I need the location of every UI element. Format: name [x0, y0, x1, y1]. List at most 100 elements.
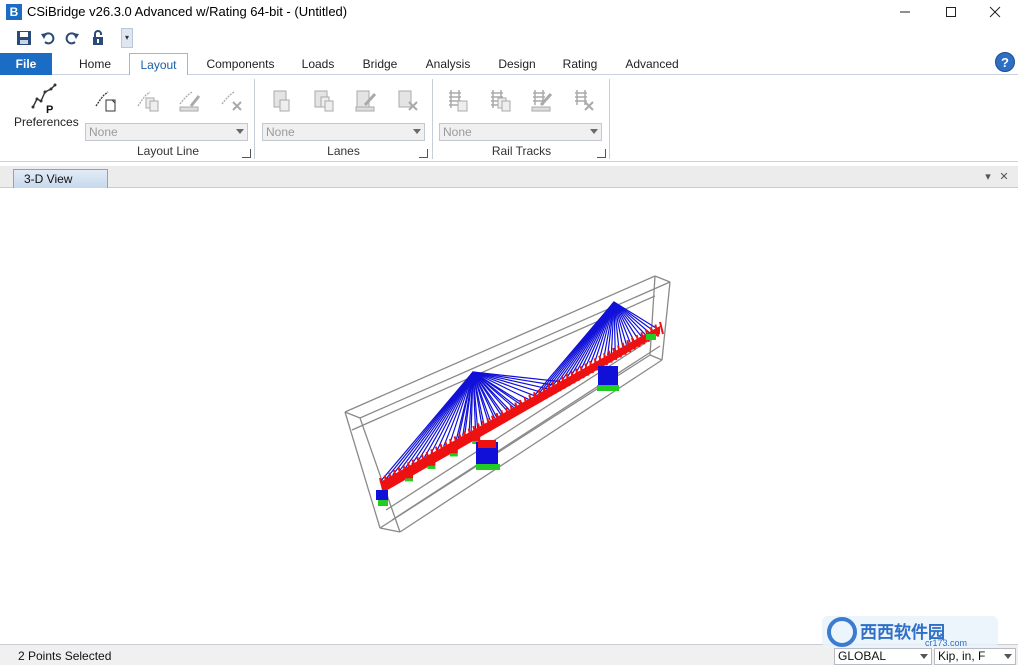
- tab-rating[interactable]: Rating: [555, 53, 605, 75]
- tower-cap: [478, 440, 496, 448]
- tab-3d-view[interactable]: 3-D View: [13, 169, 108, 188]
- minimize-button[interactable]: [882, 0, 928, 24]
- bounding-box-edge: [344, 411, 381, 529]
- quick-access-toolbar: ▾: [0, 24, 1018, 51]
- group-lanes: None Lanes: [256, 77, 431, 161]
- bridge-deck: [380, 326, 660, 492]
- preferences-icon: P: [31, 83, 57, 115]
- chevron-down-icon: [920, 654, 928, 659]
- new-rail-track-button[interactable]: [442, 83, 474, 119]
- preferences-button[interactable]: P: [26, 81, 62, 117]
- chevron-down-icon: [590, 129, 598, 134]
- tab-components[interactable]: Components: [198, 53, 283, 75]
- pier-support: [449, 453, 458, 457]
- layout-line-group-label: Layout Line: [136, 144, 200, 158]
- qat-save-button[interactable]: [14, 28, 34, 48]
- bounding-box-edge: [649, 275, 656, 356]
- view-close-icon[interactable]: ✕: [997, 170, 1011, 184]
- svg-text:P: P: [46, 104, 53, 115]
- ribbon-tabs: File Home Layout Components Loads Bridge…: [0, 53, 1018, 76]
- tower-base: [598, 366, 618, 386]
- lanes-group-label: Lanes: [327, 144, 360, 158]
- ribbon: P Preferences None Layout Line None Lane…: [0, 75, 1018, 162]
- bounding-box-edge: [379, 527, 401, 533]
- tab-loads[interactable]: Loads: [294, 53, 342, 75]
- coordinate-system-select[interactable]: GLOBAL: [834, 648, 932, 665]
- layout-line-select-value: None: [89, 125, 118, 139]
- modify-rail-track-button[interactable]: [526, 83, 558, 119]
- modify-lane-icon: [355, 90, 377, 112]
- modify-lane-button[interactable]: [350, 83, 382, 119]
- units-value: Kip, in, F: [938, 649, 986, 663]
- lanes-select[interactable]: None: [262, 123, 425, 141]
- undo-icon: [41, 32, 55, 45]
- minimize-icon: [900, 11, 910, 13]
- end-support-base: [378, 500, 388, 506]
- lanes-select-value: None: [266, 125, 295, 139]
- tab-layout[interactable]: Layout: [129, 53, 188, 76]
- new-layout-line-button[interactable]: [90, 83, 122, 119]
- maximize-button[interactable]: [928, 0, 974, 24]
- group-layout-line: None Layout Line: [82, 77, 254, 161]
- 3d-viewport[interactable]: [0, 188, 1018, 644]
- modify-rail-track-icon: [531, 90, 553, 112]
- lanes-launcher-icon[interactable]: [419, 149, 428, 158]
- group-separator: [432, 79, 433, 159]
- qat-redo-button[interactable]: [62, 28, 82, 48]
- modify-layout-line-icon: [179, 91, 201, 112]
- bridge-model-canvas[interactable]: [0, 188, 1018, 644]
- copy-rail-track-button[interactable]: [484, 83, 516, 119]
- chevron-down-icon: [413, 129, 421, 134]
- new-lane-button[interactable]: [266, 83, 298, 119]
- deck-pier: [426, 457, 436, 466]
- chevron-down-icon: [236, 129, 244, 134]
- save-icon: [17, 31, 31, 45]
- tower-foundation: [476, 464, 500, 470]
- rail-tracks-group-label: Rail Tracks: [491, 144, 552, 158]
- layout-line-launcher-icon[interactable]: [242, 149, 251, 158]
- tab-advanced[interactable]: Advanced: [617, 53, 687, 75]
- new-lane-icon: [273, 90, 290, 112]
- app-logo: B: [6, 4, 22, 20]
- new-rail-track-icon: [449, 90, 468, 112]
- view-tab-strip: 3-D View ▾ ✕: [0, 166, 1018, 188]
- end-support-base: [646, 334, 656, 340]
- group-separator: [609, 79, 610, 159]
- view-list-dropdown-icon[interactable]: ▾: [981, 170, 995, 184]
- window-title: CSiBridge v26.3.0 Advanced w/Rating 64-b…: [27, 4, 348, 19]
- pier-support: [405, 478, 413, 482]
- help-button[interactable]: ?: [995, 52, 1015, 72]
- rail-tracks-select[interactable]: None: [439, 123, 602, 141]
- delete-lane-button[interactable]: [392, 83, 424, 119]
- copy-layout-line-icon: [137, 91, 159, 112]
- qat-customize-dropdown[interactable]: ▾: [121, 28, 133, 48]
- bounding-box-edge: [649, 354, 663, 361]
- copy-layout-line-button[interactable]: [132, 83, 164, 119]
- maximize-icon: [946, 7, 956, 17]
- units-select[interactable]: Kip, in, F: [934, 648, 1016, 665]
- deck-pier: [471, 432, 481, 441]
- qat-lock-button[interactable]: [88, 28, 108, 48]
- delete-layout-line-button[interactable]: [216, 83, 248, 119]
- rail-tracks-launcher-icon[interactable]: [597, 149, 606, 158]
- tab-home[interactable]: Home: [70, 53, 120, 75]
- new-layout-line-icon: [95, 91, 116, 112]
- delete-lane-icon: [398, 90, 418, 111]
- copy-rail-track-icon: [491, 90, 511, 112]
- tab-analysis[interactable]: Analysis: [418, 53, 478, 75]
- close-button[interactable]: [972, 0, 1018, 24]
- rail-tracks-select-value: None: [443, 125, 472, 139]
- delete-rail-track-button[interactable]: [568, 83, 600, 119]
- tab-design[interactable]: Design: [490, 53, 544, 75]
- modify-layout-line-button[interactable]: [174, 83, 206, 119]
- redo-icon: [65, 32, 79, 45]
- chevron-down-icon: [1004, 654, 1012, 659]
- deck-floor-beam: [659, 321, 664, 335]
- copy-lane-button[interactable]: [308, 83, 340, 119]
- group-separator: [254, 79, 255, 159]
- bounding-box-edge: [661, 281, 671, 361]
- qat-undo-button[interactable]: [38, 28, 58, 48]
- layout-line-select[interactable]: None: [85, 123, 248, 141]
- tab-bridge[interactable]: Bridge: [352, 53, 408, 75]
- tab-file[interactable]: File: [0, 53, 52, 75]
